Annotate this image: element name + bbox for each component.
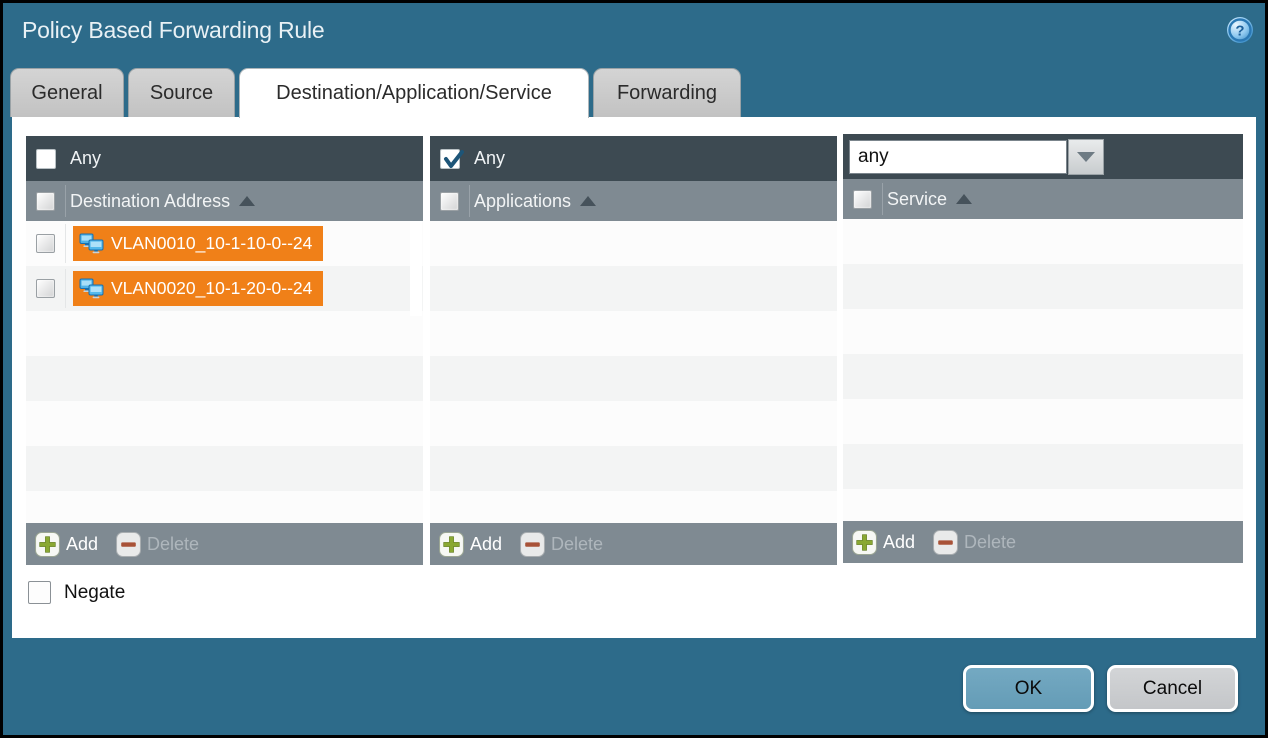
applications-any-checkbox[interactable] [440, 149, 460, 169]
service-select-all-checkbox[interactable] [853, 190, 872, 209]
header-divider [882, 183, 883, 215]
minus-icon [520, 532, 545, 557]
sort-ascending-icon[interactable] [580, 196, 596, 206]
applications-footer: Add Delete [430, 523, 837, 565]
negate-checkbox[interactable] [28, 581, 51, 604]
negate-row: Negate [28, 581, 125, 604]
destination-any-checkbox[interactable] [36, 149, 56, 169]
checkmark-icon [442, 147, 466, 171]
delete-button[interactable]: Delete [116, 532, 199, 557]
delete-button[interactable]: Delete [933, 530, 1016, 555]
applications-header-label[interactable]: Applications [474, 191, 571, 212]
service-column-header: Service [843, 179, 1243, 219]
delete-label: Delete [964, 532, 1016, 553]
address-object-label: VLAN0020_10-1-20-0--24 [111, 278, 312, 299]
service-dropdown-button[interactable] [1068, 139, 1104, 175]
applications-select-all-checkbox[interactable] [440, 192, 459, 211]
destination-address-column: Any Destination Address [26, 136, 423, 565]
delete-button[interactable]: Delete [520, 532, 603, 557]
pbf-rule-dialog: Policy Based Forwarding Rule ? General S… [0, 0, 1268, 738]
service-column: any Service Add [843, 134, 1243, 563]
plus-icon [35, 532, 60, 557]
plus-icon [852, 530, 877, 555]
tab-destination-application-service[interactable]: Destination/Application/Service [239, 68, 589, 118]
address-object-label: VLAN0010_10-1-10-0--24 [111, 233, 312, 254]
address-object-tag[interactable]: VLAN0010_10-1-10-0--24 [73, 226, 323, 261]
chevron-down-icon [1077, 152, 1095, 162]
add-label: Add [66, 534, 98, 555]
add-button[interactable]: Add [439, 532, 502, 557]
tab-content-panel: Any Destination Address [12, 117, 1256, 638]
destination-any-label: Any [70, 148, 101, 169]
row-divider [65, 224, 66, 263]
service-footer: Add Delete [843, 521, 1243, 563]
tab-general[interactable]: General [10, 68, 124, 117]
service-dropdown-value[interactable]: any [849, 140, 1067, 174]
row-checkbox[interactable] [36, 279, 55, 298]
network-address-icon [79, 233, 104, 254]
destination-column-header: Destination Address [26, 181, 423, 221]
svg-text:?: ? [1235, 23, 1244, 40]
delete-label: Delete [147, 534, 199, 555]
row-divider [65, 269, 66, 308]
help-icon[interactable]: ? [1226, 16, 1254, 44]
address-object-tag[interactable]: VLAN0020_10-1-20-0--24 [73, 271, 323, 306]
delete-label: Delete [551, 534, 603, 555]
service-dropdown: any [849, 139, 1104, 175]
destination-row-1[interactable]: VLAN0010_10-1-10-0--24 [26, 221, 423, 266]
minus-icon [116, 532, 141, 557]
dialog-title: Policy Based Forwarding Rule [22, 17, 325, 44]
add-button[interactable]: Add [852, 530, 915, 555]
header-divider [65, 185, 66, 217]
row-checkbox[interactable] [36, 234, 55, 253]
cancel-button[interactable]: Cancel [1107, 665, 1238, 712]
sort-ascending-icon[interactable] [239, 196, 255, 206]
negate-label: Negate [64, 582, 125, 604]
service-list [843, 219, 1243, 521]
applications-list [430, 221, 837, 523]
add-label: Add [883, 532, 915, 553]
destination-any-bar: Any [26, 136, 423, 181]
destination-address-header-label[interactable]: Destination Address [70, 191, 230, 212]
destination-select-all-checkbox[interactable] [36, 192, 55, 211]
applications-column: Any Applications Add [430, 136, 837, 565]
sort-ascending-icon[interactable] [956, 194, 972, 204]
ok-button[interactable]: OK [963, 665, 1094, 712]
applications-any-bar: Any [430, 136, 837, 181]
add-label: Add [470, 534, 502, 555]
destination-row-2[interactable]: VLAN0020_10-1-20-0--24 [26, 266, 423, 311]
scrollbar[interactable] [410, 221, 422, 316]
network-address-icon [79, 278, 104, 299]
applications-column-header: Applications [430, 181, 837, 221]
minus-icon [933, 530, 958, 555]
destination-footer: Add Delete [26, 523, 423, 565]
applications-any-label: Any [474, 148, 505, 169]
add-button[interactable]: Add [35, 532, 98, 557]
service-dropdown-bar: any [843, 134, 1243, 179]
tab-forwarding[interactable]: Forwarding [593, 68, 741, 117]
plus-icon [439, 532, 464, 557]
tab-source[interactable]: Source [128, 68, 235, 117]
service-header-label[interactable]: Service [887, 189, 947, 210]
header-divider [469, 185, 470, 217]
destination-address-list: VLAN0010_10-1-10-0--24 [26, 221, 423, 523]
